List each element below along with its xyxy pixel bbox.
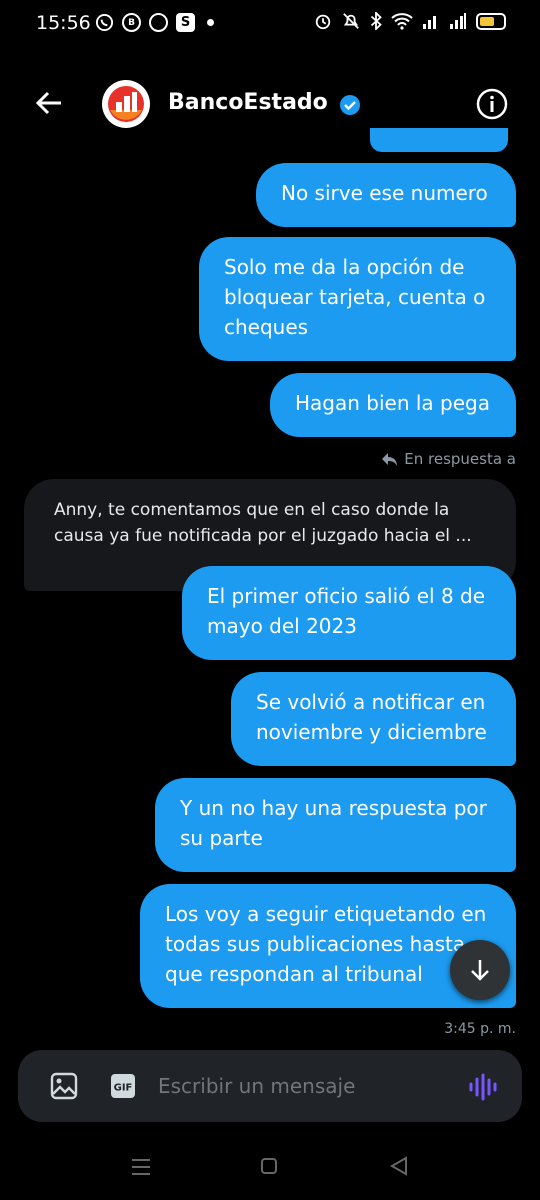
message-bubble-out[interactable]: Y un no hay una respuesta por su parte [155, 778, 516, 872]
message-bubble-out[interactable]: Se volvió a notificar en noviembre y dic… [231, 672, 516, 766]
reply-indicator: En respuesta a [380, 450, 516, 468]
back-arrow-icon[interactable] [34, 88, 64, 118]
message-bubble-out[interactable]: No sirve ese numero [256, 163, 516, 227]
message-bubble-partial [370, 128, 508, 152]
battery-icon [476, 12, 506, 30]
more-notifications-icon [207, 19, 214, 26]
message-bubble-out[interactable]: Hagan bien la pega [270, 373, 516, 437]
battery-level [480, 16, 494, 26]
bluetooth-icon [370, 12, 382, 30]
avatar[interactable] [102, 80, 150, 128]
message-composer: GIF Escribir un mensaje [18, 1050, 522, 1122]
message-input[interactable]: Escribir un mensaje [158, 1074, 355, 1098]
alarm-icon [315, 14, 331, 30]
verified-badge-icon [340, 95, 360, 115]
system-navigation-bar [0, 1140, 540, 1200]
signal-icon [423, 16, 436, 29]
image-icon[interactable] [50, 1072, 78, 1100]
message-bubble-out[interactable]: El primer oficio salió el 8 de mayo del … [182, 566, 516, 660]
signal-2-icon [450, 13, 466, 29]
wifi-icon [391, 13, 413, 30]
status-bar: 15:56 B S [0, 0, 540, 50]
ring-app-icon [149, 13, 168, 32]
reply-label: En respuesta a [404, 450, 516, 468]
arrow-down-icon [471, 960, 489, 981]
gif-icon[interactable]: GIF [109, 1072, 137, 1100]
recents-nav-icon[interactable] [131, 1158, 151, 1176]
message-bubble-out[interactable]: Solo me da la opción de bloquear tarjeta… [199, 237, 516, 361]
page-title[interactable]: BancoEstado [168, 90, 328, 115]
reply-arrow-icon [382, 453, 398, 466]
mute-icon [343, 13, 359, 29]
status-time: 15:56 [36, 12, 91, 34]
bancoestado-logo-icon [103, 81, 149, 127]
message-timestamp: 3:45 p. m. [444, 1021, 516, 1037]
info-icon[interactable] [476, 88, 508, 120]
s-app-icon: S [176, 13, 195, 32]
voice-message-icon[interactable] [468, 1072, 498, 1102]
home-nav-icon[interactable] [261, 1158, 277, 1174]
back-nav-icon[interactable] [390, 1156, 408, 1176]
scroll-to-bottom-button[interactable] [450, 940, 510, 1000]
whatsapp-icon [95, 13, 114, 32]
system-icons [314, 12, 506, 30]
notification-icons: B S [95, 13, 214, 32]
gif-label: GIF [114, 1083, 133, 1094]
b-app-icon: B [122, 13, 141, 32]
